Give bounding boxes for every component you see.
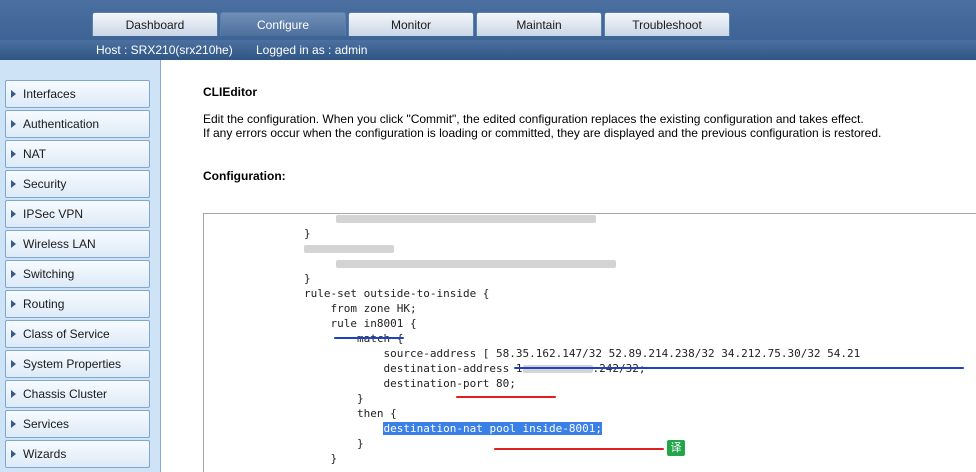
expand-arrow-icon [11, 150, 16, 158]
annotation-underline-nat [494, 448, 664, 450]
sidebar-item-chassis-cluster[interactable]: Chassis Cluster [5, 380, 150, 408]
annotation-underline-port [456, 396, 556, 398]
tab-maintain[interactable]: Maintain [476, 12, 602, 36]
description-line-1: Edit the configuration. When you click "… [203, 112, 864, 126]
sidebar-item-label: Class of Service [23, 327, 110, 341]
sidebar-item-nat[interactable]: NAT [5, 140, 150, 168]
sidebar-item-label: Routing [23, 297, 65, 311]
sidebar-item-switching[interactable]: Switching [5, 260, 150, 288]
expand-arrow-icon [11, 120, 16, 128]
host-info-bar: Host : SRX210(srx210he) Logged in as : a… [0, 40, 976, 60]
sidebar-item-label: Switching [23, 267, 75, 281]
config-text[interactable]: } } rule-set outside-to-inside { from zo… [304, 214, 861, 466]
page-title: CLIEditor [203, 85, 257, 99]
code-line: } [304, 452, 338, 465]
logged-in-label: Logged in as : admin [256, 43, 368, 57]
translate-icon[interactable]: 译 [667, 440, 685, 456]
sidebar-item-label: Wireless LAN [23, 237, 96, 251]
sidebar-item-label: Authentication [23, 117, 100, 131]
redacted-text [336, 215, 596, 223]
sidebar-item-routing[interactable]: Routing [5, 290, 150, 318]
tab-configure[interactable]: Configure [220, 12, 346, 36]
code-line: source-address [ 58.35.162.147/32 52.89.… [304, 347, 861, 360]
sidebar-item-label: Security [23, 177, 67, 191]
expand-arrow-icon [11, 330, 16, 338]
expand-arrow-icon [11, 240, 16, 248]
code-line: } [304, 227, 311, 240]
sidebar-item-wireless-lan[interactable]: Wireless LAN [5, 230, 150, 258]
sidebar-item-system-properties[interactable]: System Properties [5, 350, 150, 378]
annotation-underline-rule [334, 337, 404, 339]
sidebar-item-label: IPSec VPN [23, 207, 84, 221]
expand-arrow-icon [11, 270, 16, 278]
code-line: } [304, 392, 364, 405]
sidebar-item-label: Services [23, 417, 70, 431]
tab-monitor[interactable]: Monitor [348, 12, 474, 36]
sidebar-item-ipsec-vpn[interactable]: IPSec VPN [5, 200, 150, 228]
code-line: from zone HK; [304, 302, 417, 315]
sidebar-item-authentication[interactable]: Authentication [5, 110, 150, 138]
expand-arrow-icon [11, 180, 16, 188]
sidebar-item-services[interactable]: Services [5, 410, 150, 438]
annotation-underline-source [514, 367, 964, 369]
expand-arrow-icon [11, 420, 16, 428]
redacted-text [304, 245, 394, 253]
sidebar-item-label: System Properties [23, 357, 122, 371]
sidebar-item-label: Chassis Cluster [23, 387, 108, 401]
main-content: CLIEditor Edit the configuration. When y… [161, 60, 976, 472]
code-line: destination-address 1 [304, 362, 523, 375]
expand-arrow-icon [11, 90, 16, 98]
sidebar-item-security[interactable]: Security [5, 170, 150, 198]
sidebar: Interfaces Authentication NAT Security I… [0, 60, 161, 472]
selected-text: destination-nat pool inside-8001; [383, 422, 603, 435]
configuration-label: Configuration: [203, 169, 286, 183]
code-line: } [304, 272, 311, 285]
tab-troubleshoot[interactable]: Troubleshoot [604, 12, 730, 36]
sidebar-item-interfaces[interactable]: Interfaces [5, 80, 150, 108]
host-label: Host : SRX210(srx210he) [96, 43, 233, 57]
sidebar-item-label: Interfaces [23, 87, 76, 101]
top-navigation-bar: Dashboard Configure Monitor Maintain Tro… [0, 0, 976, 40]
expand-arrow-icon [11, 390, 16, 398]
code-line: destination-port 80; [304, 377, 516, 390]
description-line-2: If any errors occur when the configurati… [203, 126, 882, 140]
code-line: } [304, 437, 364, 450]
code-line: rule-set outside-to-inside { [304, 287, 490, 300]
sidebar-item-wizards[interactable]: Wizards [5, 440, 150, 468]
expand-arrow-icon [11, 300, 16, 308]
code-line: rule in8001 { [304, 317, 417, 330]
tab-dashboard[interactable]: Dashboard [92, 12, 218, 36]
redacted-text [336, 260, 616, 268]
expand-arrow-icon [11, 450, 16, 458]
code-line: then { [304, 407, 397, 420]
expand-arrow-icon [11, 210, 16, 218]
expand-arrow-icon [11, 360, 16, 368]
sidebar-item-label: NAT [23, 147, 47, 161]
sidebar-item-class-of-service[interactable]: Class of Service [5, 320, 150, 348]
cli-config-editor[interactable]: } } rule-set outside-to-inside { from zo… [203, 213, 976, 472]
sidebar-item-label: Wizards [23, 447, 67, 461]
nav-tabs: Dashboard Configure Monitor Maintain Tro… [92, 12, 730, 36]
sidebar-menu: Interfaces Authentication NAT Security I… [5, 80, 150, 470]
